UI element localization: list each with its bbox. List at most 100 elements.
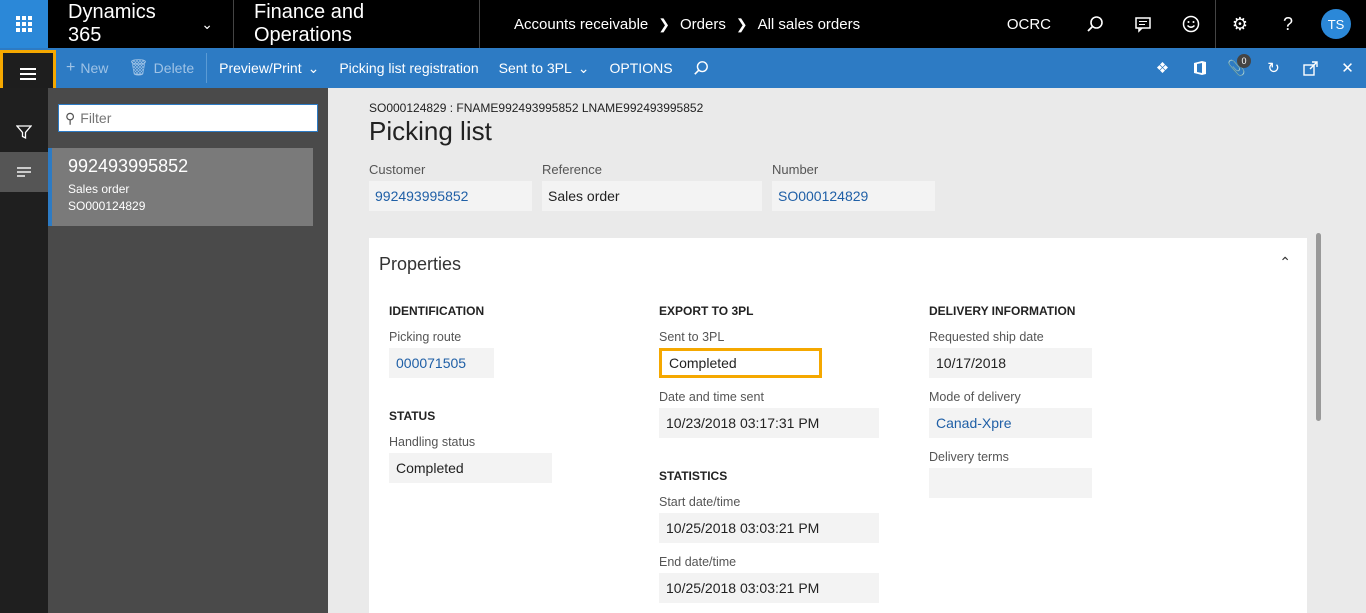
start-datetime-field: Start date/time 10/25/2018 03:03:21 PM: [659, 495, 879, 543]
handling-status-label: Handling status: [389, 435, 476, 449]
breadcrumb-item-all-sales-orders[interactable]: All sales orders: [758, 16, 861, 33]
customer-value[interactable]: 992493995852: [369, 181, 532, 211]
preview-print-label: Preview/Print: [219, 60, 302, 76]
start-datetime-label: Start date/time: [659, 495, 741, 509]
date-time-sent-value[interactable]: 10/23/2018 03:17:31 PM: [659, 408, 879, 438]
export-section-title: EXPORT TO 3PL: [659, 304, 754, 318]
vertical-scrollbar[interactable]: [1316, 233, 1321, 421]
delivery-section-title: DELIVERY INFORMATION: [929, 304, 1076, 318]
picking-route-field: Picking route 000071505: [389, 330, 494, 378]
requested-ship-date-label: Requested ship date: [929, 330, 1044, 344]
record-caption: SO000124829 : FNAME992493995852 LNAME992…: [369, 101, 704, 115]
sent-to-3pl-value[interactable]: Completed: [659, 348, 822, 378]
list-pane: ⚲ 992493995852 Sales order SO000124829: [48, 88, 328, 613]
filter-input[interactable]: [80, 110, 311, 126]
plus-icon: +: [66, 59, 76, 76]
smiley-icon: [1182, 15, 1200, 33]
delete-button[interactable]: 🗑 Delete: [118, 48, 204, 88]
waffle-icon: [16, 16, 32, 32]
number-label: Number: [772, 162, 819, 177]
trash-icon: 🗑: [128, 60, 149, 77]
filter-pane-button[interactable]: [0, 112, 48, 152]
end-datetime-label: End date/time: [659, 555, 737, 569]
picking-route-label: Picking route: [389, 330, 462, 344]
search-button[interactable]: [1071, 0, 1119, 48]
date-time-sent-label: Date and time sent: [659, 390, 764, 404]
action-search-button[interactable]: [683, 48, 719, 88]
sent-to-3pl-menu[interactable]: Sent to 3PL ⌄: [489, 48, 600, 88]
new-button[interactable]: + New: [56, 48, 118, 88]
attachments-button[interactable]: 📎 0: [1218, 48, 1255, 88]
picking-list-registration-label: Picking list registration: [339, 60, 479, 76]
chevron-right-icon: ❯: [658, 15, 670, 32]
list-icon: [17, 167, 31, 177]
message-icon: [1135, 17, 1151, 33]
filter-box[interactable]: ⚲: [58, 104, 318, 132]
list-item-title: 992493995852: [68, 156, 189, 176]
delete-label: Delete: [153, 60, 195, 76]
brand-menu[interactable]: Dynamics 365 ⌄: [48, 0, 234, 48]
customer-label: Customer: [369, 162, 426, 177]
chevron-down-icon: ⌄: [577, 59, 590, 76]
requested-ship-date-field: Requested ship date 10/17/2018: [929, 330, 1092, 378]
search-icon: [1087, 16, 1103, 32]
picking-list-registration-button[interactable]: Picking list registration: [329, 48, 488, 88]
mode-of-delivery-field: Mode of delivery Canad-Xpre: [929, 390, 1092, 438]
sent-to-3pl-label: Sent to 3PL: [498, 60, 572, 76]
number-value[interactable]: SO000124829: [772, 181, 935, 211]
breadcrumb-item-orders[interactable]: Orders: [680, 16, 726, 33]
left-rail: [0, 88, 48, 613]
power-apps-button[interactable]: ❖: [1144, 48, 1181, 88]
list-item-type: Sales order: [68, 182, 130, 196]
breadcrumb: Accounts receivable ❯ Orders ❯ All sales…: [480, 16, 1007, 33]
refresh-icon: ↻: [1267, 60, 1280, 77]
hamburger-icon: [20, 65, 36, 83]
mode-of-delivery-value[interactable]: Canad-Xpre: [929, 408, 1092, 438]
end-datetime-value[interactable]: 10/25/2018 03:03:21 PM: [659, 573, 879, 603]
attachment-count-badge: 0: [1237, 54, 1251, 68]
user-menu-button[interactable]: TS: [1312, 0, 1360, 48]
settings-button[interactable]: ⚙: [1216, 0, 1264, 48]
handling-status-field: Handling status Completed: [389, 435, 552, 483]
refresh-button[interactable]: ↻: [1255, 48, 1292, 88]
close-icon: ✕: [1341, 60, 1354, 77]
messages-button[interactable]: [1119, 0, 1167, 48]
properties-heading[interactable]: Properties: [379, 254, 461, 275]
diamond-icon: ❖: [1155, 60, 1170, 77]
list-item[interactable]: 992493995852 Sales order SO000124829: [48, 148, 313, 226]
open-new-window-button[interactable]: [1292, 48, 1329, 88]
office-button[interactable]: [1181, 48, 1218, 88]
options-label: OPTIONS: [609, 60, 673, 76]
office-icon: [1193, 61, 1206, 75]
gear-icon: ⚙: [1231, 13, 1249, 34]
close-button[interactable]: ✕: [1329, 48, 1366, 88]
breadcrumb-item-accounts-receivable[interactable]: Accounts receivable: [514, 16, 648, 33]
main-content: SO000124829 : FNAME992493995852 LNAME992…: [328, 88, 1366, 613]
search-icon: [693, 61, 708, 75]
options-tab[interactable]: OPTIONS: [600, 48, 683, 88]
avatar: TS: [1321, 9, 1351, 39]
search-icon: ⚲: [65, 109, 76, 126]
reference-value[interactable]: Sales order: [542, 181, 762, 211]
list-item-order-number: SO000124829: [68, 199, 146, 213]
customer-field: Customer 992493995852: [369, 162, 532, 211]
start-datetime-value[interactable]: 10/25/2018 03:03:21 PM: [659, 513, 879, 543]
picking-route-value[interactable]: 000071505: [389, 348, 494, 378]
chevron-up-icon[interactable]: ⌃: [1279, 254, 1291, 271]
preview-print-menu[interactable]: Preview/Print ⌄: [209, 48, 329, 88]
company-picker[interactable]: OCRC: [1007, 16, 1051, 33]
feedback-button[interactable]: [1167, 0, 1215, 48]
delivery-terms-value[interactable]: [929, 468, 1092, 498]
open-new-window-icon: [1303, 60, 1318, 76]
app-name: Finance and Operations: [234, 0, 480, 48]
chevron-down-icon: ⌄: [307, 59, 320, 76]
requested-ship-date-value[interactable]: 10/17/2018: [929, 348, 1092, 378]
handling-status-value[interactable]: Completed: [389, 453, 552, 483]
reference-field: Reference Sales order: [542, 162, 762, 211]
list-pane-button[interactable]: [0, 152, 48, 192]
delivery-terms-label: Delivery terms: [929, 450, 1009, 464]
statistics-section-title: STATISTICS: [659, 469, 728, 483]
help-button[interactable]: ?: [1264, 0, 1312, 48]
app-launcher-button[interactable]: [0, 0, 48, 48]
reference-label: Reference: [542, 162, 602, 177]
